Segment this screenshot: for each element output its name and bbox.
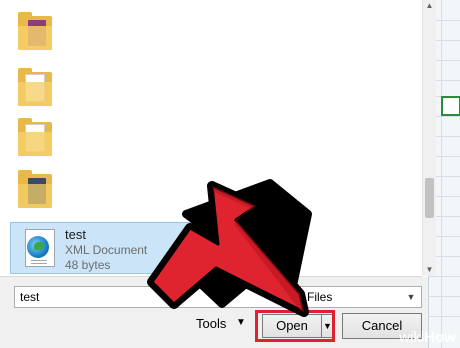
folder-icon[interactable]	[18, 118, 52, 156]
scroll-down-icon[interactable]: ▼	[423, 264, 436, 276]
open-file-dialog: test XML Document 48 bytes ▲ ▼ test File…	[0, 0, 460, 348]
file-size: 48 bytes	[65, 258, 111, 272]
file-type-select-value: Files	[307, 290, 333, 304]
folder-icon[interactable]	[18, 12, 52, 50]
file-list-pane[interactable]: test XML Document 48 bytes	[0, 0, 422, 277]
vertical-scrollbar[interactable]: ▲ ▼	[422, 0, 436, 276]
wikihow-watermark: wikiHow	[399, 329, 456, 346]
scroll-up-icon[interactable]: ▲	[423, 0, 436, 12]
file-type-select[interactable]: Files ▼	[294, 286, 422, 308]
file-type: XML Document	[65, 243, 148, 257]
folder-icon[interactable]	[18, 68, 52, 106]
open-button-highlight	[255, 310, 335, 342]
chevron-down-icon[interactable]: ▼	[404, 289, 418, 305]
folder-icon[interactable]	[18, 170, 52, 208]
active-cell[interactable]	[441, 96, 460, 116]
selected-file-row[interactable]: test XML Document 48 bytes	[10, 222, 260, 274]
filename-input[interactable]: test	[14, 286, 306, 308]
scroll-thumb[interactable]	[425, 178, 434, 218]
file-name: test	[65, 227, 86, 242]
xml-document-icon	[25, 229, 55, 267]
tools-menu[interactable]: Tools	[196, 316, 226, 331]
tools-dropdown-icon[interactable]: ▼	[236, 317, 246, 328]
